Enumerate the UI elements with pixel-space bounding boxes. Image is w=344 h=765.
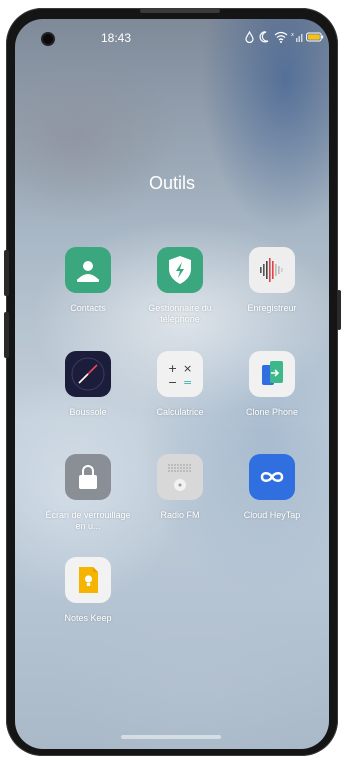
moon-icon	[259, 31, 269, 43]
radio-fm-icon	[157, 454, 203, 500]
app-label: Radio FM	[160, 510, 200, 520]
app-lock-screen[interactable]: Écran de verrouillage en u...	[40, 454, 136, 532]
home-indicator[interactable]	[121, 735, 221, 739]
svg-text:=: =	[183, 376, 192, 389]
calculator-icon: + × − =	[157, 351, 203, 397]
battery-icon	[306, 32, 324, 42]
wifi-icon	[274, 31, 288, 43]
speaker-grille	[140, 9, 220, 13]
svg-text:+: +	[168, 362, 177, 375]
app-recorder[interactable]: Enregistreur	[224, 247, 320, 314]
power-button	[337, 290, 341, 330]
app-radio-fm[interactable]: Radio FM	[132, 454, 228, 521]
app-compass[interactable]: Boussole	[40, 351, 136, 418]
volume-up-button	[4, 250, 9, 296]
compass-icon	[65, 351, 111, 397]
app-clone-phone[interactable]: Clone Phone	[224, 351, 320, 418]
front-camera	[43, 34, 53, 44]
svg-text:−: −	[168, 376, 177, 389]
app-label: Gestionnaire du téléphone	[148, 303, 212, 324]
app-notes-keep[interactable]: Notes Keep	[40, 557, 136, 624]
notes-keep-icon	[65, 557, 111, 603]
lock-screen-icon	[65, 454, 111, 500]
drop-icon	[245, 31, 254, 43]
app-label: Cloud HeyTap	[243, 510, 301, 520]
app-label: Calculatrice	[156, 407, 204, 417]
app-label: Enregistreur	[247, 303, 297, 313]
app-label: Contacts	[70, 303, 106, 313]
status-icons: x	[245, 31, 324, 47]
phone-manager-icon	[157, 247, 203, 293]
svg-text:×: ×	[183, 362, 192, 375]
signal-icon: x	[291, 32, 303, 42]
status-time: 18:43	[101, 31, 132, 45]
app-label: Notes Keep	[64, 613, 112, 623]
recorder-icon	[249, 247, 295, 293]
cloud-heytap-icon	[249, 454, 295, 500]
folder-title: Outils	[148, 173, 195, 193]
app-cloud-heytap[interactable]: Cloud HeyTap	[224, 454, 320, 521]
contacts-icon	[65, 247, 111, 293]
screen: 18:43 x Outils Contacts Gestionnaire du …	[15, 19, 329, 749]
volume-down-button	[4, 312, 9, 358]
app-contacts[interactable]: Contacts	[40, 247, 136, 314]
clone-phone-icon	[249, 351, 295, 397]
app-label: Écran de verrouillage en u...	[45, 510, 131, 531]
app-label: Clone Phone	[245, 407, 299, 417]
app-label: Boussole	[69, 407, 107, 417]
svg-text:x: x	[291, 32, 294, 38]
status-bar: 18:43 x	[15, 19, 329, 63]
app-calculator[interactable]: + × − = Calculatrice	[132, 351, 228, 418]
app-phone-manager[interactable]: Gestionnaire du téléphone	[132, 247, 228, 325]
